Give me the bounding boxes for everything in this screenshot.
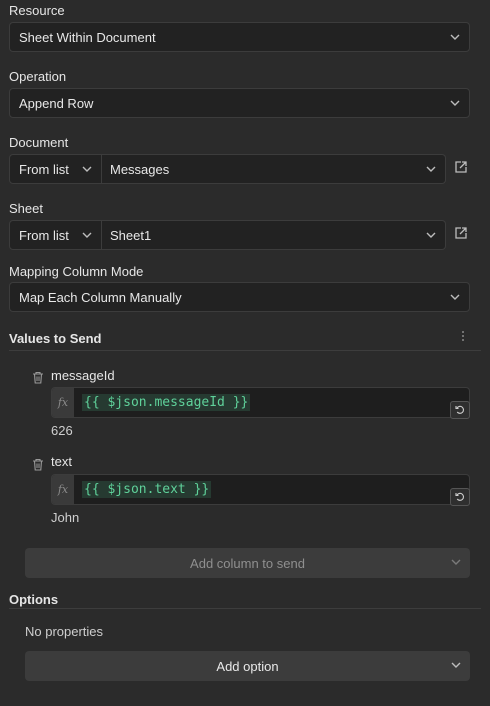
fx-icon: fx bbox=[52, 388, 74, 417]
chevron-down-icon bbox=[450, 100, 460, 106]
expression-input[interactable]: fx {{ $json.text }} bbox=[51, 474, 470, 506]
sheet-mode-value: From list bbox=[19, 227, 69, 243]
options-divider bbox=[9, 608, 481, 609]
sheet-mode-select[interactable]: From list bbox=[9, 220, 102, 250]
expression-input[interactable]: fx {{ $json.messageId }} bbox=[51, 387, 470, 419]
options-section-title: Options bbox=[9, 592, 59, 607]
operation-value: Append Row bbox=[19, 95, 94, 111]
expression-result: John bbox=[51, 510, 80, 525]
resource-value: Sheet Within Document bbox=[19, 29, 156, 45]
document-mode-value: From list bbox=[19, 161, 69, 177]
chevron-down-icon bbox=[451, 662, 461, 668]
document-mode-select[interactable]: From list bbox=[9, 154, 102, 184]
sheet-select[interactable]: Sheet1 bbox=[102, 220, 446, 250]
sheet-label: Sheet bbox=[9, 201, 43, 216]
reset-value-button[interactable] bbox=[450, 401, 470, 419]
expression-value: {{ $json.text }} bbox=[82, 481, 212, 498]
mapping-select[interactable]: Map Each Column Manually bbox=[9, 282, 470, 312]
add-option-button[interactable]: Add option bbox=[25, 651, 470, 681]
document-label: Document bbox=[9, 135, 69, 150]
chevron-down-icon bbox=[426, 166, 436, 172]
chevron-down-icon bbox=[450, 34, 460, 40]
add-option-label: Add option bbox=[216, 658, 279, 674]
chevron-down-icon bbox=[451, 559, 461, 565]
operation-label: Operation bbox=[9, 69, 67, 84]
fx-icon: fx bbox=[52, 475, 74, 504]
no-properties-text: No properties bbox=[25, 624, 104, 639]
expression-value: {{ $json.messageId }} bbox=[82, 394, 251, 411]
mapping-value: Map Each Column Manually bbox=[19, 289, 182, 305]
resource-select[interactable]: Sheet Within Document bbox=[9, 22, 470, 52]
chevron-down-icon bbox=[450, 294, 460, 300]
reset-value-button[interactable] bbox=[450, 488, 470, 506]
values-section-title: Values to Send bbox=[9, 331, 102, 346]
add-column-label: Add column to send bbox=[190, 555, 305, 571]
reset-icon bbox=[455, 405, 465, 414]
chevron-down-icon bbox=[426, 232, 436, 238]
document-select[interactable]: Messages bbox=[102, 154, 446, 184]
values-divider bbox=[9, 350, 481, 351]
mapping-label: Mapping Column Mode bbox=[9, 264, 144, 279]
trash-icon[interactable] bbox=[32, 371, 44, 384]
chevron-down-icon bbox=[82, 166, 92, 172]
external-link-icon[interactable] bbox=[454, 160, 468, 174]
reset-icon bbox=[455, 492, 465, 501]
expression-result: 626 bbox=[51, 423, 73, 438]
sheet-value: Sheet1 bbox=[110, 227, 152, 243]
chevron-down-icon bbox=[82, 232, 92, 238]
field-name: messageId bbox=[51, 368, 115, 383]
document-value: Messages bbox=[110, 161, 170, 177]
more-options-icon[interactable] bbox=[460, 330, 466, 342]
external-link-icon[interactable] bbox=[454, 226, 468, 240]
field-name: text bbox=[51, 454, 72, 469]
operation-select[interactable]: Append Row bbox=[9, 88, 470, 118]
add-column-button[interactable]: Add column to send bbox=[25, 548, 470, 578]
resource-label: Resource bbox=[9, 3, 65, 18]
trash-icon[interactable] bbox=[32, 458, 44, 471]
